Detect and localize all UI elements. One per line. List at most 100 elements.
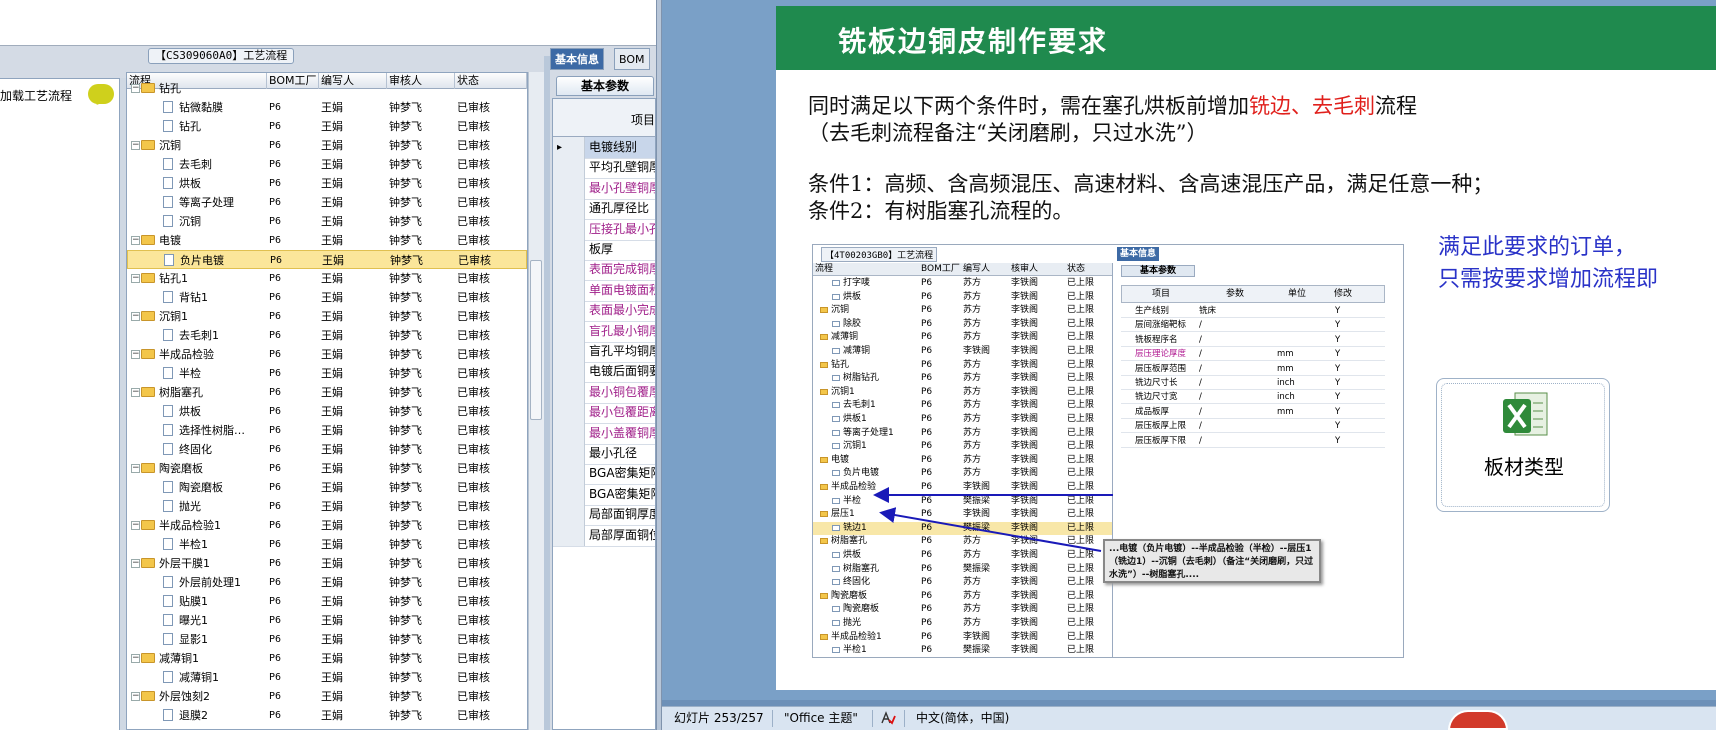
- tree-row[interactable]: 等离子处理 P6 王娟 钟梦飞 已审核: [127, 193, 527, 212]
- params-row[interactable]: 盲孔平均铜厚: [553, 341, 655, 363]
- tree-row[interactable]: 烘板 P6 王娟 钟梦飞 已审核: [127, 174, 527, 193]
- tree-row[interactable]: − 陶瓷磨板 P6 王娟 钟梦飞 已审核: [127, 459, 527, 478]
- tree-row[interactable]: − 沉铜 P6 王娟 钟梦飞 已审核: [127, 136, 527, 155]
- tree-row[interactable]: 半检1 P6 王娟 钟梦飞 已审核: [127, 535, 527, 554]
- params-item-label: 最小铜包覆厚: [589, 384, 656, 399]
- tree-cell-writer: 王娟: [321, 196, 343, 209]
- row-indicator: [553, 198, 585, 220]
- slide-header-bar: 铣板边铜皮制作要求: [776, 6, 1716, 70]
- params-row[interactable]: 最小孔径: [553, 443, 655, 465]
- tree-row[interactable]: 钻孔 P6 王娟 钟梦飞 已审核: [127, 117, 527, 136]
- tree-cell-writer: 王娟: [321, 405, 343, 418]
- params-row[interactable]: 电镀后面铜要: [553, 361, 655, 384]
- params-row[interactable]: 表面完成铜厚: [553, 259, 655, 282]
- excel-icon: [1503, 392, 1548, 436]
- tree-row[interactable]: − 沉铜1 P6 王娟 钟梦飞 已审核: [127, 307, 527, 326]
- tree-cell-checker: 钟梦飞: [389, 101, 422, 114]
- tree-row[interactable]: 减薄铜1 P6 王娟 钟梦飞 已审核: [127, 668, 527, 687]
- tree-row[interactable]: 曝光1 P6 王娟 钟梦飞 已审核: [127, 611, 527, 630]
- params-row[interactable]: 压接孔最小孔: [553, 218, 655, 241]
- params-row[interactable]: 单面电镀面积: [553, 279, 655, 302]
- tree-row[interactable]: 去毛刺 P6 王娟 钟梦飞 已审核: [127, 155, 527, 174]
- tree-row[interactable]: 去毛刺1 P6 王娟 钟梦飞 已审核: [127, 326, 527, 345]
- tree-row[interactable]: − 减薄铜1 P6 王娟 钟梦飞 已审核: [127, 649, 527, 668]
- embedded-excel-object[interactable]: 板材类型: [1436, 378, 1610, 512]
- tab-basic-info[interactable]: 基本信息: [550, 48, 604, 70]
- tree-row[interactable]: − 外层干膜1 P6 王娟 钟梦飞 已审核: [127, 554, 527, 573]
- params-row[interactable]: 最小孔壁铜厚: [553, 177, 655, 200]
- tab-bom[interactable]: BOM: [614, 48, 650, 70]
- params-row[interactable]: 最小盖覆铜厚: [553, 422, 655, 445]
- collapse-toggle[interactable]: −: [131, 464, 140, 473]
- tree-row[interactable]: 选择性树脂… P6 王娟 钟梦飞 已审核: [127, 421, 527, 440]
- tree-doc-node: 选择性树脂…: [163, 421, 245, 440]
- tree-row[interactable]: − 钻孔: [127, 79, 527, 98]
- params-row[interactable]: BGA密集矩阵: [553, 483, 655, 506]
- embedded-screenshot[interactable]: 【4T00203GB0】工艺流程 流程 BOM工厂 编写人 核审人 状态 打字唛…: [812, 244, 1404, 658]
- tree-row[interactable]: − 电镀 P6 王娟 钟梦飞 已审核: [127, 231, 527, 250]
- tree-row[interactable]: − 外层蚀刻2 P6 王娟 钟梦飞 已审核: [127, 687, 527, 706]
- collapse-toggle[interactable]: −: [131, 236, 140, 245]
- comment-icon[interactable]: [88, 84, 114, 104]
- params-row[interactable]: 最小包覆距离: [553, 402, 655, 425]
- collapse-toggle[interactable]: −: [131, 388, 140, 397]
- params-row[interactable]: 平均孔壁铜厚: [553, 157, 655, 180]
- tree-row[interactable]: 外层前处理1 P6 王娟 钟梦飞 已审核: [127, 573, 527, 592]
- tree-row[interactable]: 背钻1 P6 王娟 钟梦飞 已审核: [127, 288, 527, 307]
- collapse-toggle[interactable]: −: [131, 559, 140, 568]
- tree-row[interactable]: 负片电镀 P6 王娟 钟梦飞 已审核: [127, 250, 527, 269]
- language-indicator[interactable]: 中文(简体，中国): [916, 707, 1009, 729]
- collapse-toggle[interactable]: −: [131, 274, 140, 283]
- tree-cell-writer: 王娟: [321, 310, 343, 323]
- tree-cell-bom: P6: [269, 121, 282, 132]
- collapse-toggle[interactable]: −: [131, 84, 140, 93]
- params-row[interactable]: 局部厚面铜位: [553, 524, 655, 547]
- tree-row[interactable]: 半检 P6 王娟 钟梦飞 已审核: [127, 364, 527, 383]
- tree-row[interactable]: − 半成品检验1 P6 王娟 钟梦飞 已审核: [127, 516, 527, 535]
- detail-tabs: 基本信息 BOM: [550, 48, 656, 70]
- collapse-toggle[interactable]: −: [131, 312, 140, 321]
- tree-row[interactable]: 钻微黏膜 P6 王娟 钟梦飞 已审核: [127, 98, 527, 117]
- panel-splitter[interactable]: [544, 56, 550, 730]
- tree-row[interactable]: 陶瓷磨板 P6 王娟 钟梦飞 已审核: [127, 478, 527, 497]
- document-icon: [163, 671, 173, 683]
- tree-folder-node: 电镀: [141, 231, 181, 250]
- collapse-toggle[interactable]: −: [131, 350, 140, 359]
- params-row[interactable]: 通孔厚径比: [553, 198, 655, 221]
- row-indicator: [553, 177, 585, 199]
- params-row[interactable]: 盲孔最小铜厚: [553, 320, 655, 343]
- col-header-item[interactable]: 项目: [631, 111, 655, 128]
- tree-scroll-thumb[interactable]: [530, 260, 542, 420]
- tree-cell-bom: P6: [269, 520, 282, 531]
- tree-row[interactable]: − 半成品检验 P6 王娟 钟梦飞 已审核: [127, 345, 527, 364]
- tree-row[interactable]: 终固化 P6 王娟 钟梦飞 已审核: [127, 440, 527, 459]
- params-row[interactable]: 板厚: [553, 239, 655, 261]
- tree-cell-checker: 钟梦飞: [389, 120, 422, 133]
- workflow-tree[interactable]: 流程 BOM工厂 编写人 审核人 状态 − 钻孔 钻微黏膜 P6 王娟 钟梦飞 已审核 钻孔 P…: [126, 72, 528, 730]
- spellcheck-icon[interactable]: [880, 711, 896, 725]
- collapse-toggle[interactable]: −: [131, 692, 140, 701]
- params-row[interactable]: 局部面铜厚度: [553, 504, 655, 527]
- params-row[interactable]: 最小铜包覆厚: [553, 381, 656, 404]
- tree-row[interactable]: − 树脂塞孔 P6 王娟 钟梦飞 已审核: [127, 383, 527, 402]
- collapse-toggle[interactable]: −: [131, 654, 140, 663]
- tree-row[interactable]: 沉铜 P6 王娟 钟梦飞 已审核: [127, 212, 527, 231]
- params-row[interactable]: ▸ 电镀线别: [553, 137, 655, 159]
- document-icon: [163, 576, 173, 588]
- tab-basic-params[interactable]: 基本参数: [556, 76, 654, 96]
- params-row[interactable]: BGA密集矩阵: [553, 463, 655, 486]
- tree-cell-writer: 王娟: [321, 633, 343, 646]
- folder-icon: [141, 311, 155, 321]
- tree-row[interactable]: − 钻孔1 P6 王娟 钟梦飞 已审核: [127, 269, 527, 288]
- tree-row[interactable]: 退膜2 P6 王娟 钟梦飞 已审核: [127, 706, 527, 725]
- params-grid[interactable]: 项目 ▸ 电镀线别 平均孔壁铜厚 最小孔壁铜厚 通孔厚径比 压接孔最小孔 板厚 表面完成铜厚单…: [552, 98, 656, 730]
- tree-row[interactable]: 烘板 P6 王娟 钟梦飞 已审核: [127, 402, 527, 421]
- collapse-toggle[interactable]: −: [131, 141, 140, 150]
- params-row[interactable]: 表面最小完成: [553, 300, 655, 323]
- tree-row[interactable]: 抛光 P6 王娟 钟梦飞 已审核: [127, 497, 527, 516]
- theme-name[interactable]: "Office 主题": [784, 707, 858, 729]
- tree-row[interactable]: 贴膜1 P6 王娟 钟梦飞 已审核: [127, 592, 527, 611]
- document-icon: [163, 481, 173, 493]
- collapse-toggle[interactable]: −: [131, 521, 140, 530]
- tree-row[interactable]: 显影1 P6 王娟 钟梦飞 已审核: [127, 630, 527, 649]
